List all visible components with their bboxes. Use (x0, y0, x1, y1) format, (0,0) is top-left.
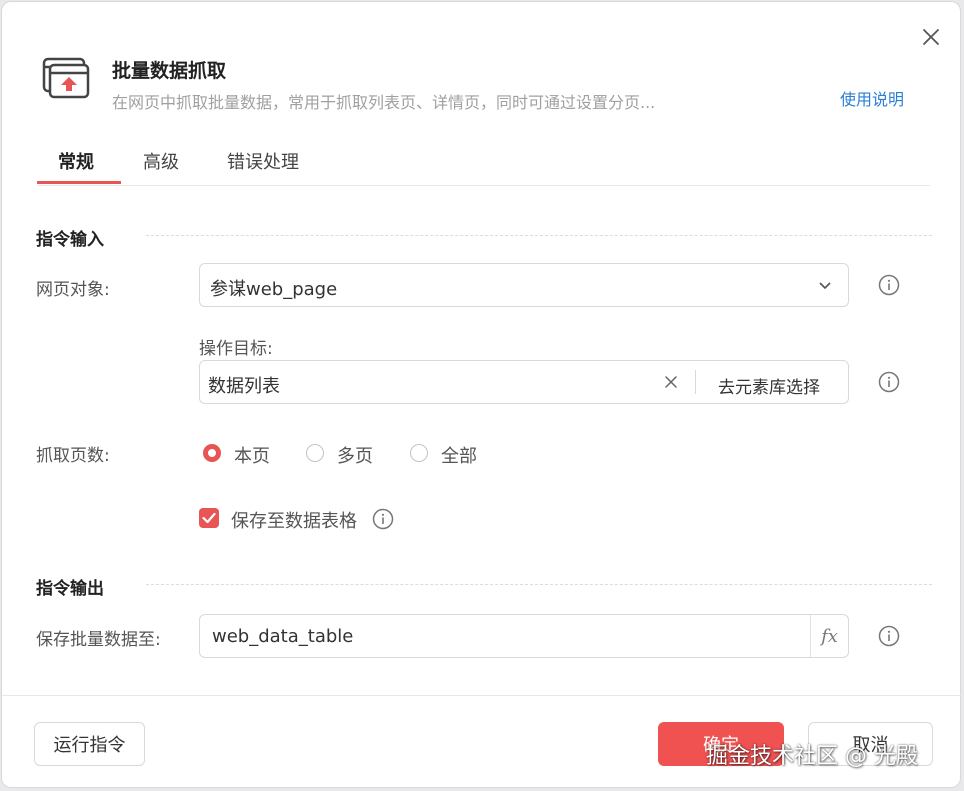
save-to-table-label: 保存至数据表格 (231, 511, 357, 532)
info-icon[interactable] (878, 625, 900, 647)
web-object-value: 参谋web_page (210, 279, 338, 300)
help-link[interactable]: 使用说明 (840, 86, 904, 110)
info-icon[interactable] (372, 508, 394, 530)
section-divider (146, 584, 932, 585)
output-section-title: 指令输出 (36, 579, 104, 599)
info-icon[interactable] (878, 274, 900, 296)
save-to-table-checkbox[interactable] (199, 508, 219, 528)
web-object-select[interactable]: 参谋web_page (199, 263, 849, 307)
tab-general[interactable]: 常规 (58, 148, 94, 174)
tab-divider (37, 185, 930, 186)
batch-scrape-dialog: 批量数据抓取 在网页中抓取批量数据，常用于抓取列表页、详情页，同时可通过设置分页… (1, 1, 962, 788)
browser-upload-icon (40, 55, 92, 101)
target-field: 数据列表 去元素库选择 (199, 360, 849, 404)
radio-all-pages[interactable] (410, 444, 428, 462)
field-separator (695, 370, 696, 394)
dialog-title: 批量数据抓取 (112, 60, 227, 82)
pages-label: 抓取页数: (36, 446, 110, 466)
footer-divider (2, 695, 962, 696)
run-command-button[interactable]: 运行指令 (34, 722, 145, 766)
tab-error-handling[interactable]: 错误处理 (227, 148, 299, 174)
save-to-field: web_data_table fx (199, 614, 849, 658)
checkmark-icon (202, 512, 216, 524)
radio-current-page-label: 本页 (234, 446, 270, 467)
watermark: 掘金技术社区 @ 光殿 (706, 744, 918, 769)
select-from-library-button[interactable]: 去元素库选择 (718, 373, 820, 398)
radio-multi-page-label: 多页 (337, 446, 373, 467)
radio-all-pages-label: 全部 (441, 446, 477, 467)
radio-multi-page[interactable] (306, 444, 324, 462)
target-value[interactable]: 数据列表 (208, 372, 280, 398)
fx-button[interactable]: fx (811, 615, 848, 657)
info-icon[interactable] (878, 371, 900, 393)
chevron-down-icon (816, 276, 834, 298)
save-to-value[interactable]: web_data_table (212, 626, 353, 647)
target-label: 操作目标: (199, 339, 273, 359)
clear-icon[interactable] (662, 373, 680, 395)
input-section-title: 指令输入 (36, 230, 104, 250)
active-tab-indicator (37, 181, 121, 184)
section-divider (146, 235, 932, 236)
radio-current-page[interactable] (203, 444, 221, 462)
web-object-label: 网页对象: (36, 280, 110, 300)
close-icon[interactable] (918, 24, 944, 50)
save-to-label: 保存批量数据至: (36, 630, 161, 650)
dialog-subtitle: 在网页中抓取批量数据，常用于抓取列表页、详情页，同时可通过设置分页... (112, 93, 656, 112)
tab-advanced[interactable]: 高级 (143, 148, 179, 174)
